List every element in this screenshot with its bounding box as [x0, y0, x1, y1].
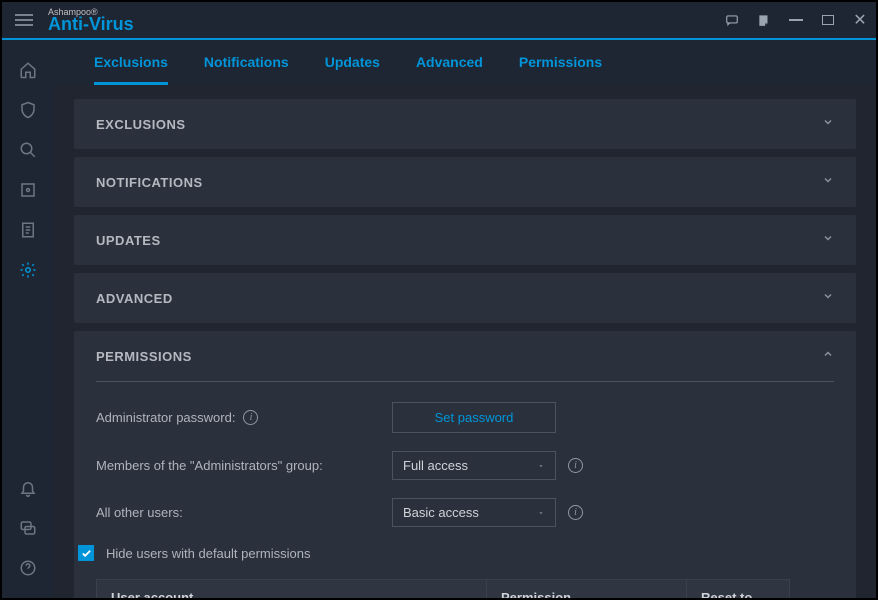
settings-tabs: Exclusions Notifications Updates Advance… [54, 40, 876, 85]
tab-notifications[interactable]: Notifications [204, 54, 289, 85]
divider [96, 381, 834, 382]
info-icon[interactable]: i [568, 505, 583, 520]
section-advanced: ADVANCED [74, 273, 856, 323]
tab-updates[interactable]: Updates [325, 54, 380, 85]
tab-permissions[interactable]: Permissions [519, 54, 602, 85]
section-title: UPDATES [96, 233, 161, 248]
section-header-advanced[interactable]: ADVANCED [74, 273, 856, 323]
titlebar: Ashampoo® Anti-Virus ✕ [2, 2, 876, 40]
section-updates: UPDATES [74, 215, 856, 265]
set-password-button[interactable]: Set password [392, 402, 556, 433]
section-header-updates[interactable]: UPDATES [74, 215, 856, 265]
label-text: All other users: [96, 505, 183, 520]
chevron-down-icon [822, 115, 834, 133]
section-header-permissions[interactable]: PERMISSIONS [74, 331, 856, 381]
select-value: Full access [403, 458, 468, 473]
brand-name: Anti-Virus [48, 15, 134, 33]
sidebar-item-notifications[interactable] [2, 468, 54, 508]
sidebar-item-protection[interactable] [2, 90, 54, 130]
tab-exclusions[interactable]: Exclusions [94, 54, 168, 85]
permissions-table: User account Permission Reset to default… [96, 579, 790, 598]
brand-block: Ashampoo® Anti-Virus [48, 7, 134, 33]
info-icon[interactable]: i [568, 458, 583, 473]
admins-group-select[interactable]: Full access [392, 451, 556, 480]
hide-default-label: Hide users with default permissions [106, 546, 310, 561]
label-text: Administrator password: [96, 410, 235, 425]
admin-password-label: Administrator password: i [96, 410, 392, 425]
other-users-label: All other users: [96, 505, 392, 520]
section-notifications: NOTIFICATIONS [74, 157, 856, 207]
section-title: NOTIFICATIONS [96, 175, 203, 190]
window-close-icon[interactable]: ✕ [852, 12, 868, 28]
chevron-down-icon [822, 289, 834, 307]
chevron-down-icon [537, 505, 545, 520]
chevron-down-icon [537, 458, 545, 473]
admins-group-label: Members of the "Administrators" group: [96, 458, 392, 473]
table-header: User account Permission Reset to default… [97, 580, 789, 598]
hamburger-menu-icon[interactable] [10, 6, 38, 34]
sidebar-item-home[interactable] [2, 50, 54, 90]
col-reset-defaults: Reset to defaults [687, 580, 789, 598]
info-icon[interactable]: i [243, 410, 258, 425]
titlebar-actions: ✕ [724, 12, 868, 28]
section-title: ADVANCED [96, 291, 173, 306]
select-value: Basic access [403, 505, 479, 520]
section-exclusions: EXCLUSIONS [74, 99, 856, 149]
note-icon[interactable] [756, 12, 772, 28]
section-permissions: PERMISSIONS Administrator password: i Se… [74, 331, 856, 598]
section-title: EXCLUSIONS [96, 117, 186, 132]
tab-advanced[interactable]: Advanced [416, 54, 483, 85]
sidebar-item-logs[interactable] [2, 210, 54, 250]
other-users-select[interactable]: Basic access [392, 498, 556, 527]
sidebar-item-quarantine[interactable] [2, 170, 54, 210]
col-permission: Permission [487, 580, 687, 598]
chevron-up-icon [822, 347, 834, 365]
window-minimize-icon[interactable] [788, 12, 804, 28]
col-user-account: User account [97, 580, 487, 598]
row-other-users: All other users: Basic access i [96, 498, 834, 527]
sidebar-item-scan[interactable] [2, 130, 54, 170]
sidebar-item-feedback[interactable] [2, 508, 54, 548]
row-hide-default: Hide users with default permissions [78, 545, 834, 561]
settings-content[interactable]: EXCLUSIONS NOTIFICATIONS UPDATES [54, 85, 876, 598]
section-header-notifications[interactable]: NOTIFICATIONS [74, 157, 856, 207]
hide-default-checkbox[interactable] [78, 545, 94, 561]
sidebar-item-help[interactable] [2, 548, 54, 588]
row-admin-password: Administrator password: i Set password [96, 402, 834, 433]
section-header-exclusions[interactable]: EXCLUSIONS [74, 99, 856, 149]
chevron-down-icon [822, 173, 834, 191]
window-maximize-icon[interactable] [820, 12, 836, 28]
permissions-body: Administrator password: i Set password M… [74, 381, 856, 598]
row-admins-group: Members of the "Administrators" group: F… [96, 451, 834, 480]
chat-icon[interactable] [724, 12, 740, 28]
label-text: Members of the "Administrators" group: [96, 458, 323, 473]
chevron-down-icon [822, 231, 834, 249]
sidebar [2, 40, 54, 598]
section-title: PERMISSIONS [96, 349, 192, 364]
sidebar-item-settings[interactable] [2, 250, 54, 290]
